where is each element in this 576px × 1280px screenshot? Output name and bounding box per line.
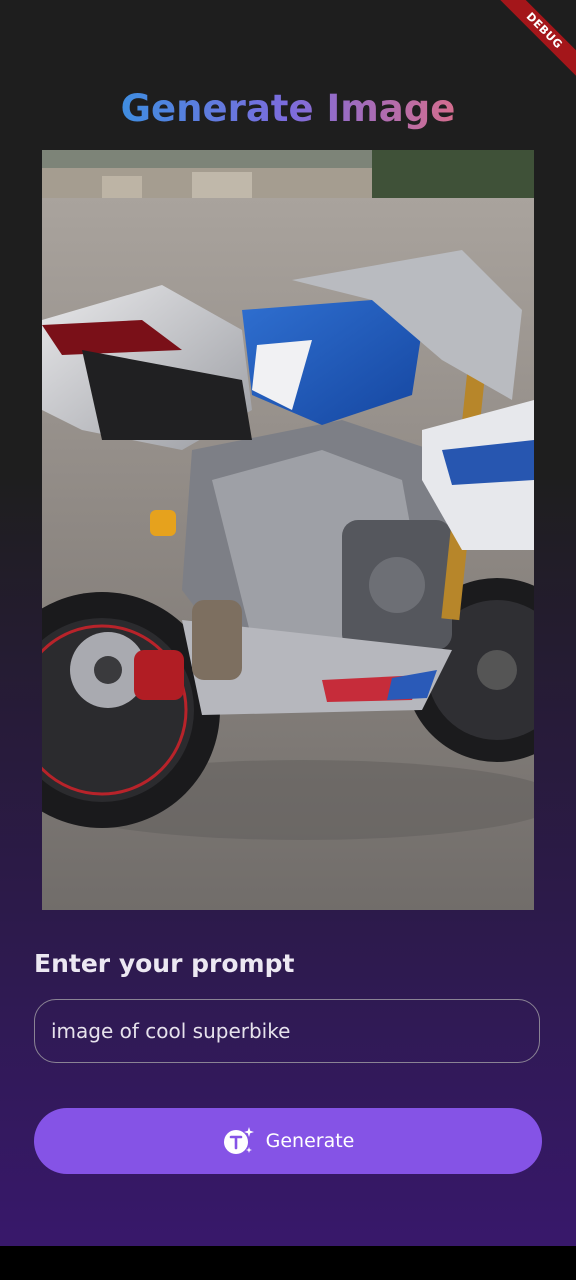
system-navigation-bar xyxy=(0,1246,576,1280)
page-title: Generate Image xyxy=(0,84,576,134)
generated-image xyxy=(42,150,534,910)
text-sparkle-icon xyxy=(223,1127,254,1154)
generate-button[interactable]: Generate xyxy=(34,1108,542,1174)
superbike-photo xyxy=(42,150,534,910)
prompt-label: Enter your prompt xyxy=(34,949,295,978)
app-screen: DEBUG Generate Image Enter your prompt i… xyxy=(0,0,576,1246)
prompt-input[interactable]: image of cool superbike xyxy=(34,999,540,1063)
prompt-input-value[interactable]: image of cool superbike xyxy=(51,1000,290,1062)
debug-banner: DEBUG xyxy=(480,0,576,96)
debug-ribbon-label: DEBUG xyxy=(488,0,576,87)
page-title-text: Generate Image xyxy=(120,87,456,130)
generate-button-label: Generate xyxy=(265,1130,355,1152)
